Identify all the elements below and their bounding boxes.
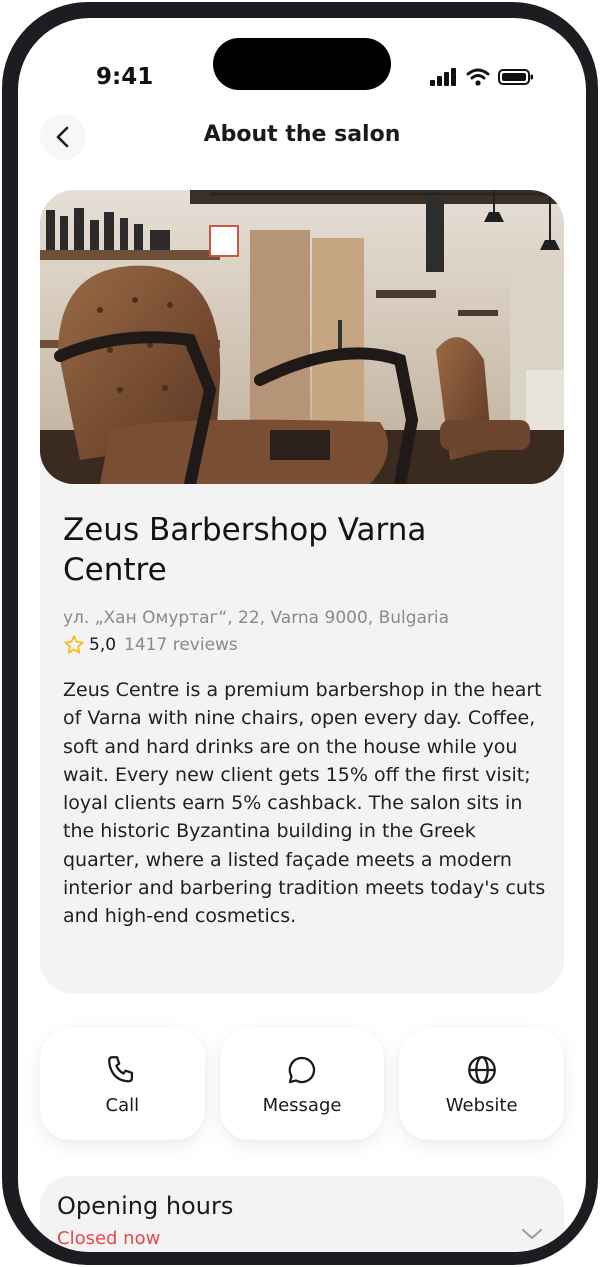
- star-icon: [64, 635, 84, 654]
- rating-value: 5,0: [89, 635, 117, 655]
- opening-hours-title: Opening hours: [57, 1192, 234, 1220]
- status-icons: [430, 68, 534, 86]
- opening-status: Closed now: [57, 1228, 161, 1249]
- salon-address: ул. „Хан Омуртаг“, 22, Varna 9000, Bulga…: [63, 608, 450, 628]
- globe-icon: [467, 1055, 496, 1084]
- message-button[interactable]: Message: [219, 1028, 385, 1140]
- chevron-down-icon[interactable]: [520, 1226, 544, 1242]
- status-time: 9:41: [96, 64, 154, 90]
- phone-icon: [108, 1055, 134, 1082]
- page-title: About the salon: [203, 122, 401, 147]
- screen: 9:41 About the salon Zeus Barbershop Var…: [18, 18, 586, 1252]
- phone-frame: 9:41 About the salon Zeus Barbershop Var…: [2, 2, 598, 1265]
- website-button[interactable]: Website: [399, 1028, 565, 1140]
- contact-actions: Call Message Website: [40, 1028, 565, 1140]
- chat-bubble-icon: [288, 1056, 316, 1083]
- salon-photo: [40, 190, 564, 484]
- call-label: Call: [105, 1094, 140, 1116]
- rating-row: 5,0 1417 reviews: [63, 634, 238, 656]
- message-label: Message: [262, 1094, 342, 1116]
- salon-interior-image: [40, 190, 564, 484]
- reviews-count[interactable]: 1417 reviews: [124, 635, 238, 655]
- opening-hours-section[interactable]: Opening hours Closed now: [40, 1176, 564, 1252]
- dynamic-island: [213, 38, 391, 90]
- wifi-icon: [466, 68, 490, 86]
- battery-icon: [498, 69, 533, 85]
- cellular-signal-icon: [430, 68, 456, 86]
- salon-description: Zeus Centre is a premium barbershop in t…: [63, 679, 546, 928]
- website-label: Website: [445, 1094, 518, 1116]
- salon-card: Zeus Barbershop Varna Centre ул. „Хан Ом…: [40, 190, 564, 994]
- salon-name: Zeus Barbershop Varna Centre: [63, 512, 427, 588]
- call-button[interactable]: Call: [40, 1028, 205, 1140]
